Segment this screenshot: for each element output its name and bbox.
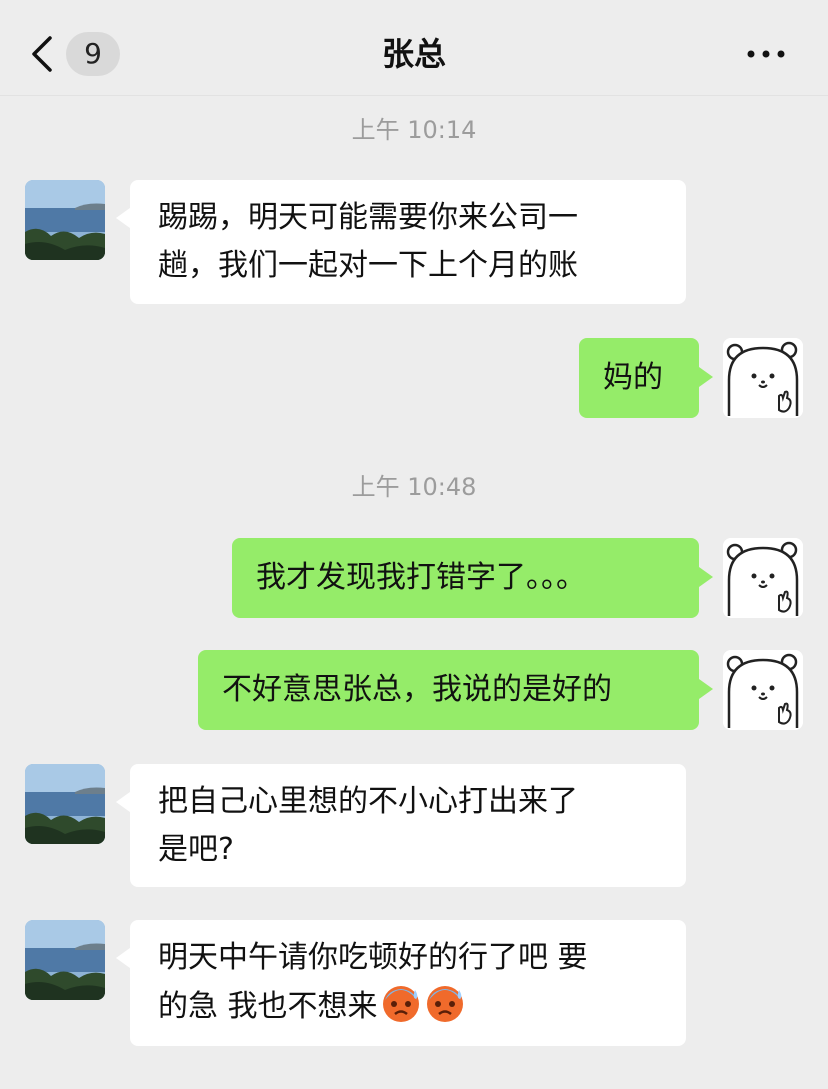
message-line: 踢踢，明天可能需要你来公司一	[158, 200, 578, 235]
outgoing-message[interactable]: 我才发现我打错字了。。。	[232, 538, 713, 618]
message-text: 的急 我也不想来	[158, 989, 378, 1024]
incoming-message[interactable]: 踢踢，明天可能需要你来公司一 趟，我们一起对一下上个月的账	[116, 180, 686, 304]
self-avatar[interactable]	[723, 338, 803, 418]
outgoing-message[interactable]: 不好意思张总，我说的是好的	[198, 650, 713, 730]
message-line: 把自己心里想的不小心打出来了	[158, 784, 578, 819]
chat-header: 9 张总	[0, 0, 828, 96]
message-line: 是吧?	[158, 832, 234, 867]
message-line: 趟，我们一起对一下上个月的账	[158, 248, 578, 283]
contact-avatar[interactable]	[25, 764, 105, 844]
self-avatar[interactable]	[723, 650, 803, 730]
message-text: 妈的	[603, 360, 663, 395]
more-dots-icon[interactable]	[744, 44, 788, 64]
incoming-message[interactable]: 明天中午请你吃顿好的行了吧 要 的急 我也不想来	[116, 920, 686, 1046]
self-avatar[interactable]	[723, 538, 803, 618]
contact-avatar[interactable]	[25, 180, 105, 260]
chat-title: 张总	[381, 35, 446, 73]
message-line-with-emoji: 的急 我也不想来	[158, 982, 658, 1031]
incoming-message[interactable]: 把自己心里想的不小心打出来了 是吧?	[116, 764, 686, 887]
timestamp: 上午 10:48	[351, 473, 477, 501]
message-line: 明天中午请你吃顿好的行了吧 要	[158, 940, 588, 975]
outgoing-message[interactable]: 妈的	[579, 338, 713, 418]
message-text: 我才发现我打错字了。。。	[256, 560, 586, 595]
cold-sweat-face-icon	[380, 982, 422, 1024]
contact-avatar[interactable]	[25, 920, 105, 1000]
message-text: 不好意思张总，我说的是好的	[222, 672, 612, 707]
cold-sweat-face-icon	[424, 982, 466, 1024]
timestamp: 上午 10:14	[351, 116, 477, 144]
